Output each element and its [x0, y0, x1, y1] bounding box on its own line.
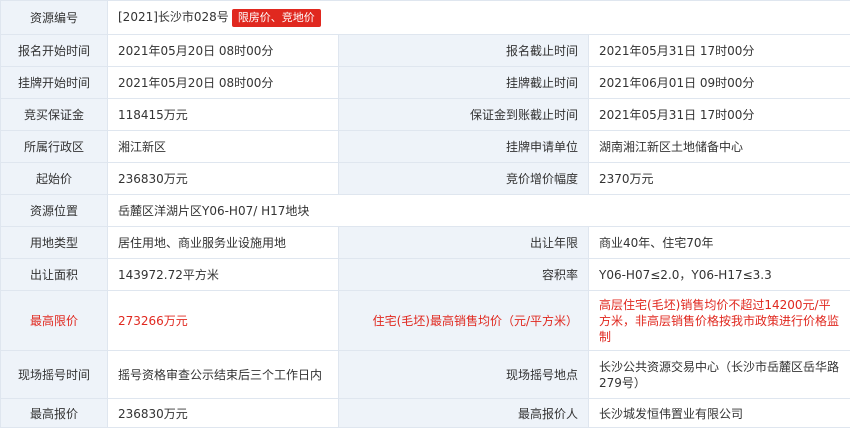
price-limit-badge: 限房价、竞地价: [232, 9, 321, 27]
value-lottery-time: 摇号资格审查公示结束后三个工作日内: [108, 351, 339, 399]
row-area: 出让面积 143972.72平方米 容积率 Y06-H07≤2.0，Y06-H1…: [1, 259, 850, 291]
label-resource-number: 资源编号: [1, 1, 108, 35]
label-max-avg-price: 住宅(毛坯)最高销售均价（元/平方米）: [339, 291, 589, 351]
value-start-price: 236830万元: [108, 163, 339, 195]
value-listing-end: 2021年06月01日 09时00分: [589, 67, 850, 99]
value-registration-start: 2021年05月20日 08时00分: [108, 35, 339, 67]
row-resource-number: 资源编号 [2021]长沙市028号限房价、竞地价: [1, 1, 850, 35]
row-lottery: 现场摇号时间 摇号资格审查公示结束后三个工作日内 现场摇号地点 长沙公共资源交易…: [1, 351, 850, 399]
value-listing-start: 2021年05月20日 08时00分: [108, 67, 339, 99]
label-bid-increment: 竞价增价幅度: [339, 163, 589, 195]
row-start-price: 起始价 236830万元 竞价增价幅度 2370万元: [1, 163, 850, 195]
row-highest-bid: 最高报价 236830万元 最高报价人 长沙城发恒伟置业有限公司: [1, 399, 850, 428]
row-location: 资源位置 岳麓区洋湖片区Y06-H07/ H17地块: [1, 195, 850, 227]
label-bid-deposit: 竞买保证金: [1, 99, 108, 131]
value-registration-end: 2021年05月31日 17时00分: [589, 35, 850, 67]
label-start-price: 起始价: [1, 163, 108, 195]
label-term: 出让年限: [339, 227, 589, 259]
value-bid-deposit: 118415万元: [108, 99, 339, 131]
value-highest-bid: 236830万元: [108, 399, 339, 428]
value-resource-number: [2021]长沙市028号限房价、竞地价: [108, 1, 850, 35]
value-land-type: 居住用地、商业服务业设施用地: [108, 227, 339, 259]
label-lottery-time: 现场摇号时间: [1, 351, 108, 399]
label-area: 出让面积: [1, 259, 108, 291]
value-max-avg-price: 高层住宅(毛坯)销售均价不超过14200元/平方米，非高层销售价格按我市政策进行…: [589, 291, 850, 351]
row-deposit: 竞买保证金 118415万元 保证金到账截止时间 2021年05月31日 17时…: [1, 99, 850, 131]
value-highest-bidder: 长沙城发恒伟置业有限公司: [589, 399, 850, 428]
value-location: 岳麓区洋湖片区Y06-H07/ H17地块: [108, 195, 850, 227]
value-max-limit: 273266万元: [108, 291, 339, 351]
value-district: 湘江新区: [108, 131, 339, 163]
value-plot-ratio: Y06-H07≤2.0，Y06-H17≤3.3: [589, 259, 850, 291]
value-bid-increment: 2370万元: [589, 163, 850, 195]
label-land-type: 用地类型: [1, 227, 108, 259]
row-land-type: 用地类型 居住用地、商业服务业设施用地 出让年限 商业40年、住宅70年: [1, 227, 850, 259]
row-listing: 挂牌开始时间 2021年05月20日 08时00分 挂牌截止时间 2021年06…: [1, 67, 850, 99]
label-highest-bid: 最高报价: [1, 399, 108, 428]
value-lottery-location: 长沙公共资源交易中心（长沙市岳麓区岳华路279号）: [589, 351, 850, 399]
row-max-limit: 最高限价 273266万元 住宅(毛坯)最高销售均价（元/平方米） 高层住宅(毛…: [1, 291, 850, 351]
value-term: 商业40年、住宅70年: [589, 227, 850, 259]
label-deposit-deadline: 保证金到账截止时间: [339, 99, 589, 131]
value-area: 143972.72平方米: [108, 259, 339, 291]
label-registration-start: 报名开始时间: [1, 35, 108, 67]
land-listing-table: 资源编号 [2021]长沙市028号限房价、竞地价 报名开始时间 2021年05…: [0, 0, 850, 428]
row-registration: 报名开始时间 2021年05月20日 08时00分 报名截止时间 2021年05…: [1, 35, 850, 67]
resource-number-text: [2021]长沙市028号: [118, 10, 229, 24]
value-deposit-deadline: 2021年05月31日 17时00分: [589, 99, 850, 131]
label-highest-bidder: 最高报价人: [339, 399, 589, 428]
label-location: 资源位置: [1, 195, 108, 227]
label-plot-ratio: 容积率: [339, 259, 589, 291]
label-lottery-location: 现场摇号地点: [339, 351, 589, 399]
label-listing-start: 挂牌开始时间: [1, 67, 108, 99]
label-listing-end: 挂牌截止时间: [339, 67, 589, 99]
label-applicant-unit: 挂牌申请单位: [339, 131, 589, 163]
value-applicant-unit: 湖南湘江新区土地储备中心: [589, 131, 850, 163]
label-registration-end: 报名截止时间: [339, 35, 589, 67]
label-district: 所属行政区: [1, 131, 108, 163]
row-district: 所属行政区 湘江新区 挂牌申请单位 湖南湘江新区土地储备中心: [1, 131, 850, 163]
label-max-limit: 最高限价: [1, 291, 108, 351]
